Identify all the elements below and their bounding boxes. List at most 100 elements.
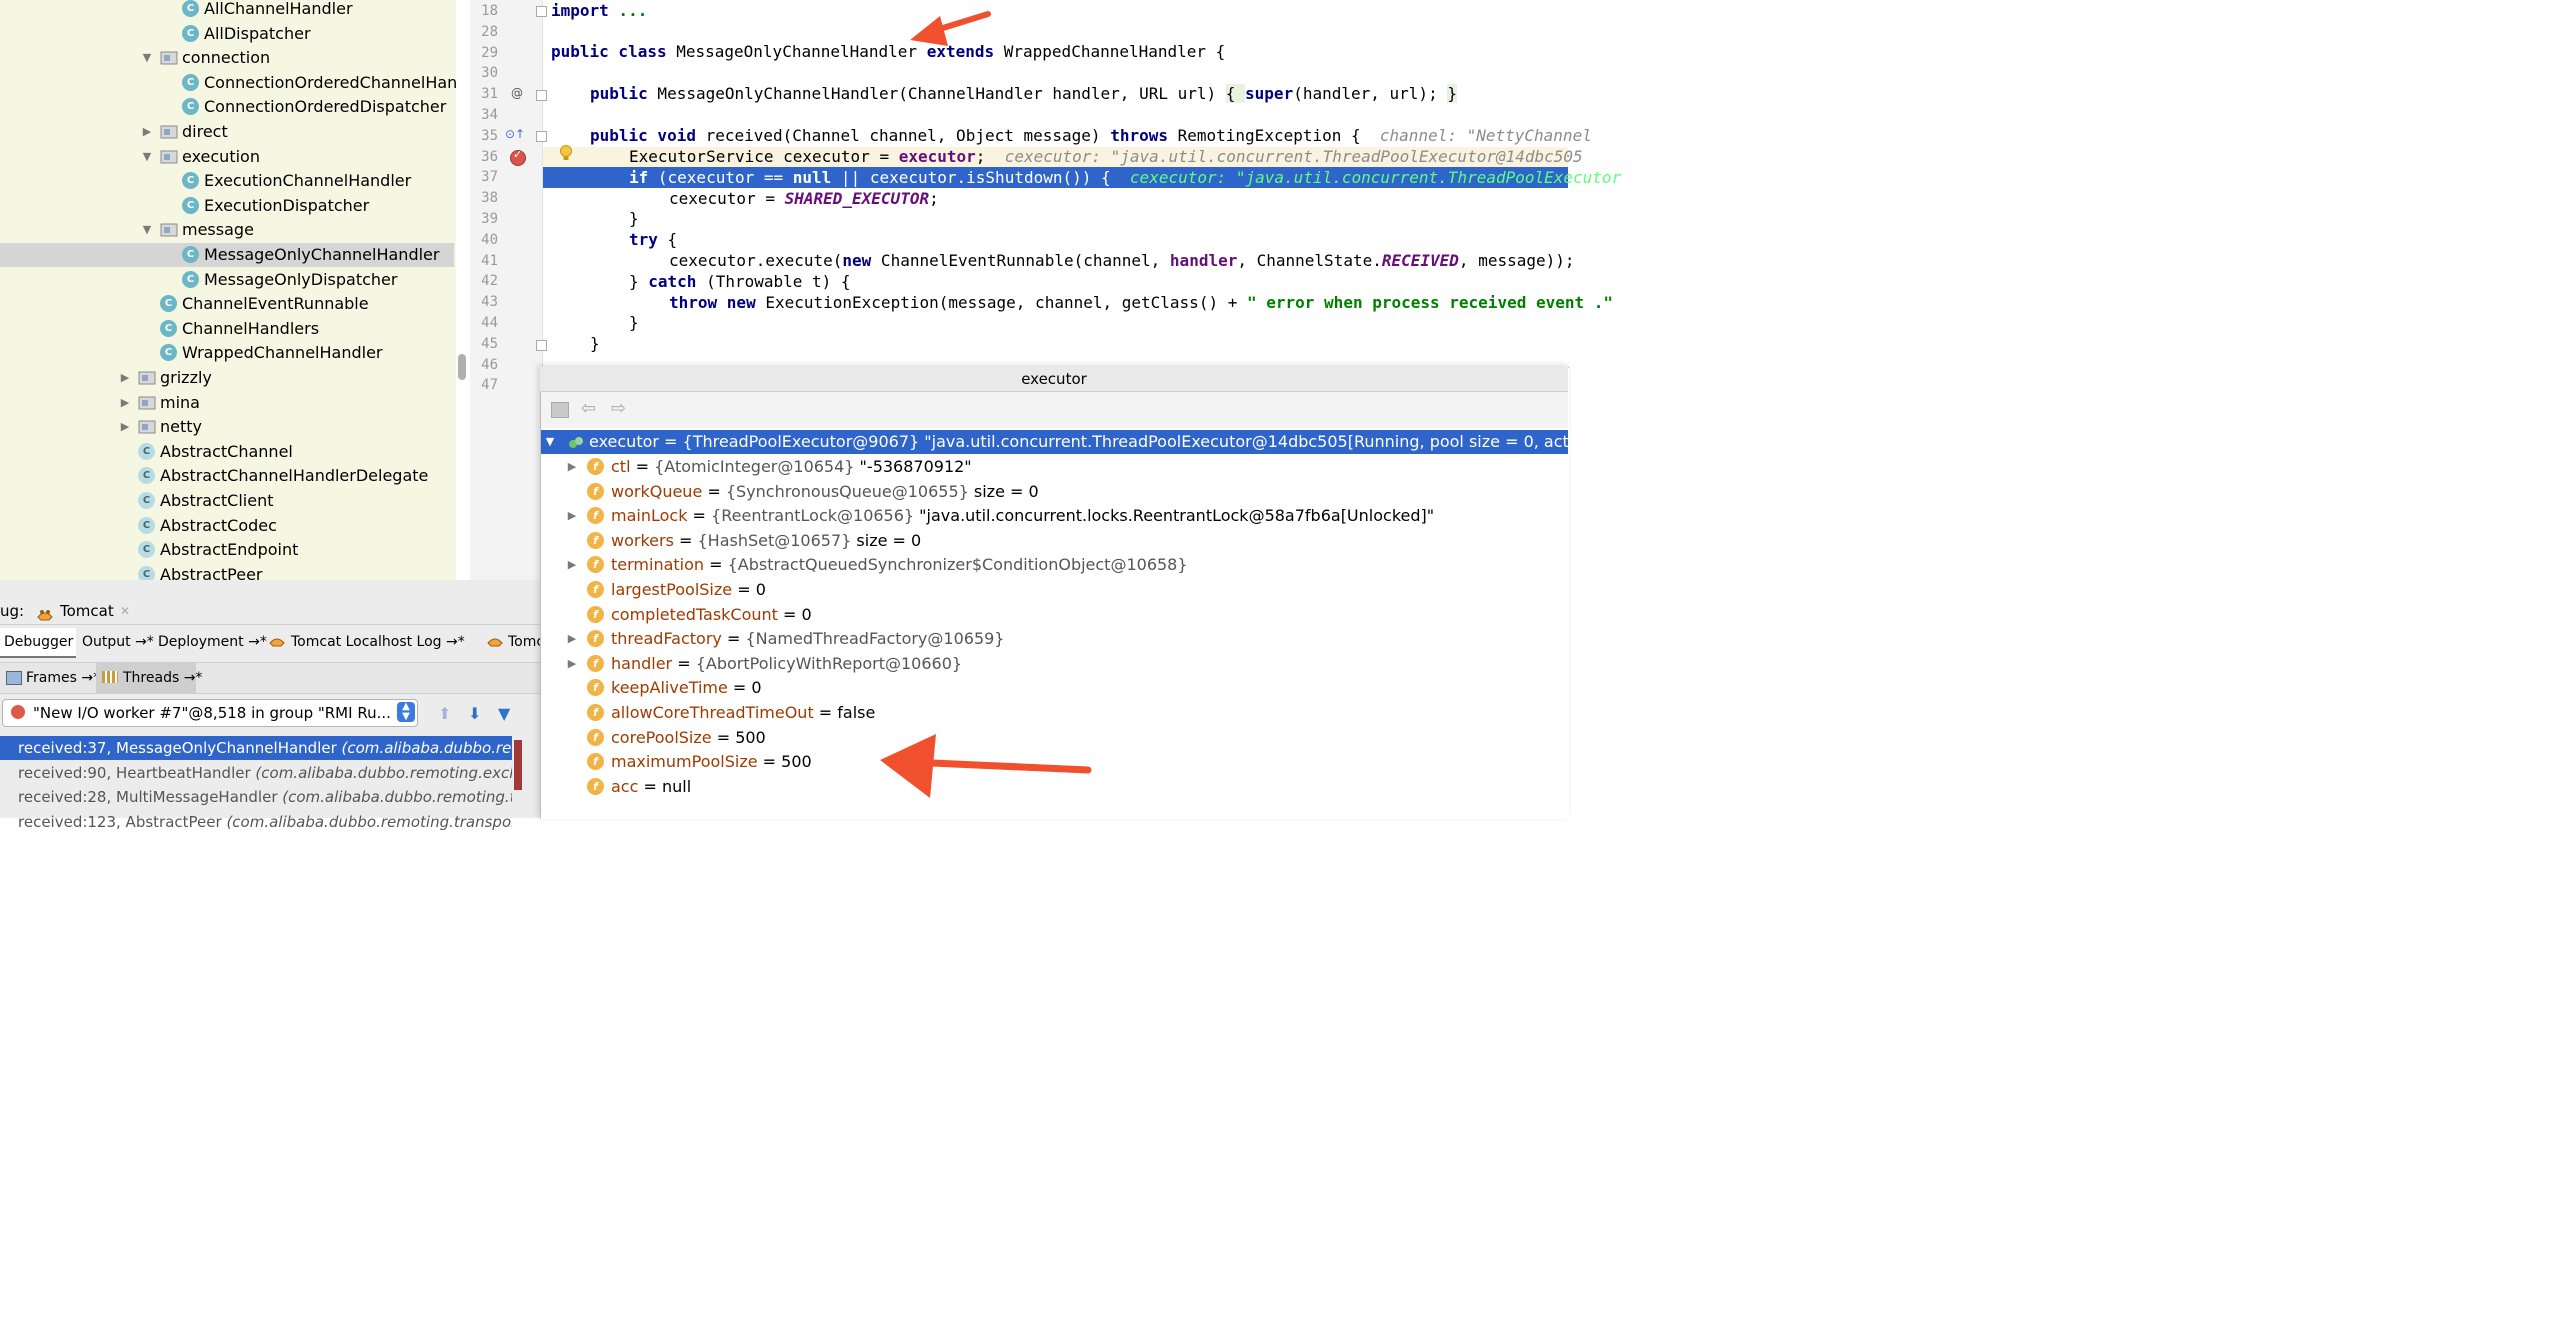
- intention-bulb-icon[interactable]: [559, 145, 573, 161]
- field-row[interactable]: f workers = {HashSet@10657} size = 0: [541, 529, 1568, 553]
- override-marker-icon[interactable]: @: [511, 86, 523, 100]
- tree-item[interactable]: C ExecutionDispatcher: [0, 194, 454, 218]
- code-line-45[interactable]: }: [590, 334, 600, 354]
- filter-icon[interactable]: ▼: [498, 704, 510, 723]
- field-row[interactable]: ▶ f mainLock = {ReentrantLock@10656} "java…: [541, 504, 1568, 528]
- frames-tab[interactable]: Frames →*: [26, 663, 100, 693]
- arrow-up-icon[interactable]: ⬆: [438, 704, 451, 723]
- tree-item[interactable]: C AbstractClient: [0, 489, 454, 513]
- collapsed-arrow-icon[interactable]: ▶: [118, 366, 132, 390]
- code-line-39[interactable]: }: [629, 209, 639, 229]
- field-row[interactable]: f completedTaskCount = 0: [541, 603, 1568, 627]
- tree-item[interactable]: ▼ execution: [0, 145, 454, 169]
- tree-item[interactable]: C MessageOnlyDispatcher: [0, 268, 454, 292]
- fold-marker[interactable]: [536, 6, 547, 17]
- expand-arrow-icon[interactable]: ▶: [565, 455, 579, 479]
- code-line-37[interactable]: if (cexecutor == null || cexecutor.isShu…: [629, 168, 1621, 188]
- tree-item[interactable]: C AllDispatcher: [0, 22, 454, 46]
- field-row[interactable]: f keepAliveTime = 0: [541, 676, 1568, 700]
- forward-icon[interactable]: ⇨: [611, 398, 626, 419]
- expanded-arrow-icon[interactable]: ▼: [140, 145, 154, 169]
- field-row[interactable]: ▶ f ctl = {AtomicInteger@10654} "-53687091…: [541, 455, 1568, 479]
- tree-item[interactable]: C AbstractChannelHandlerDelegate: [0, 464, 454, 488]
- implements-marker-icon[interactable]: ⊙↑: [505, 127, 525, 141]
- tree-item[interactable]: C AbstractEndpoint: [0, 538, 454, 562]
- tree-scrollbar[interactable]: [458, 354, 466, 380]
- expand-arrow-icon[interactable]: ▶: [565, 504, 579, 528]
- tab-output[interactable]: Output →*: [82, 628, 154, 656]
- tree-item[interactable]: C ChannelHandlers: [0, 317, 454, 341]
- tree-item[interactable]: C ExecutionChannelHandler: [0, 169, 454, 193]
- field-row[interactable]: f maximumPoolSize = 500: [541, 750, 1568, 774]
- code-line-29[interactable]: public class MessageOnlyChannelHandler e…: [551, 42, 1225, 62]
- threads-tab[interactable]: Threads →*: [123, 663, 202, 693]
- field-row[interactable]: f largestPoolSize = 0: [541, 578, 1568, 602]
- tree-item[interactable]: ▶ grizzly: [0, 366, 454, 390]
- field-row[interactable]: ▶ f termination = {AbstractQueuedSynchroni…: [541, 553, 1568, 577]
- close-icon[interactable]: ✕: [120, 598, 130, 624]
- field-row[interactable]: ▶ f threadFactory = {NamedThreadFactory@10…: [541, 627, 1568, 651]
- tab-debugger[interactable]: Debugger: [0, 628, 76, 658]
- expanded-arrow-icon[interactable]: ▼: [140, 46, 154, 70]
- tree-item[interactable]: ▼ connection: [0, 46, 454, 70]
- class-icon: C: [160, 344, 177, 362]
- stack-frame[interactable]: received:90, HeartbeatHandler (com.aliba…: [0, 761, 512, 785]
- tree-item[interactable]: C WrappedChannelHandler: [0, 341, 454, 365]
- tree-item[interactable]: C AbstractCodec: [0, 514, 454, 538]
- thread-selector[interactable]: "New I/O worker #7"@8,518 in group "RMI …: [2, 699, 418, 727]
- code-line-41[interactable]: cexecutor.execute(new ChannelEventRunnab…: [669, 251, 1575, 271]
- code-line-35[interactable]: public void received(Channel channel, Ob…: [590, 126, 1592, 146]
- code-line-40[interactable]: try {: [629, 230, 677, 250]
- arrow-down-icon[interactable]: ⬇: [468, 704, 481, 723]
- collapsed-arrow-icon[interactable]: ▶: [118, 415, 132, 439]
- tree-item[interactable]: ▼ message: [0, 218, 454, 242]
- tree-item[interactable]: C MessageOnlyChannelHandler: [0, 243, 454, 267]
- debug-session-tab[interactable]: Tomcat: [60, 598, 114, 624]
- tree-item[interactable]: C ChannelEventRunnable: [0, 292, 454, 316]
- tree-item[interactable]: C AbstractChannel: [0, 440, 454, 464]
- fold-marker[interactable]: [536, 340, 547, 351]
- tree-item[interactable]: ▶ direct: [0, 120, 454, 144]
- tree-item[interactable]: ▶ mina: [0, 391, 454, 415]
- code-line-42[interactable]: } catch (Throwable t) {: [629, 272, 851, 292]
- variable-row-executor[interactable]: ▼ executor = {ThreadPoolExecutor@9067} "…: [541, 430, 1568, 454]
- code-line-44[interactable]: }: [629, 313, 639, 333]
- inspect-icon[interactable]: [551, 402, 569, 418]
- field-row[interactable]: f allowCoreThreadTimeOut = false: [541, 701, 1568, 725]
- stack-frame[interactable]: received:28, MultiMessageHandler (com.al…: [0, 785, 512, 809]
- tree-item[interactable]: C AbstractPeer: [0, 563, 454, 580]
- tree-item[interactable]: C AllChannelHandler: [0, 0, 454, 21]
- tree-item[interactable]: C ConnectionOrderedDispatcher: [0, 95, 454, 119]
- collapsed-arrow-icon[interactable]: ▶: [118, 391, 132, 415]
- tree-item[interactable]: C ConnectionOrderedChannelHandler: [0, 71, 456, 95]
- field-row[interactable]: ▶ f handler = {AbortPolicyWithReport@10660…: [541, 652, 1568, 676]
- expand-arrow-icon[interactable]: ▶: [565, 627, 579, 651]
- field-row[interactable]: f acc = null: [541, 775, 1568, 799]
- expanded-arrow-icon[interactable]: ▼: [140, 218, 154, 242]
- code-line-36[interactable]: ExecutorService cexecutor = executor; ce…: [629, 147, 1583, 167]
- expand-arrow-icon[interactable]: ▼: [543, 430, 557, 454]
- breakpoint-icon[interactable]: ✓: [510, 148, 526, 166]
- expand-arrow-icon[interactable]: ▶: [565, 553, 579, 577]
- stack-frame[interactable]: received:37, MessageOnlyChannelHandler (…: [0, 736, 512, 760]
- tab-tomcat-localhost-log[interactable]: Tomcat Localhost Log →*: [291, 628, 465, 656]
- chevron-updown-icon[interactable]: ▲ ▼: [397, 702, 415, 722]
- code-line-43[interactable]: throw new ExecutionException(message, ch…: [669, 293, 1613, 313]
- collapsed-arrow-icon[interactable]: ▶: [140, 120, 154, 144]
- abstract-class-icon: C: [138, 516, 155, 534]
- abstract-class-icon: C: [138, 442, 155, 460]
- tab-deployment[interactable]: Deployment →*: [158, 628, 267, 656]
- expand-arrow-icon[interactable]: ▶: [565, 652, 579, 676]
- field-row[interactable]: f corePoolSize = 500: [541, 726, 1568, 750]
- code-line-38[interactable]: cexecutor = SHARED_EXECUTOR;: [669, 189, 939, 209]
- fold-marker[interactable]: [536, 90, 547, 101]
- code-line-18[interactable]: import ...: [551, 1, 647, 21]
- stack-frame[interactable]: received:123, AbstractPeer (com.alibaba.…: [0, 810, 512, 834]
- tab-tomcat-catalina-log[interactable]: Tomc: [508, 628, 544, 656]
- code-line-31[interactable]: public MessageOnlyChannelHandler(Channel…: [590, 84, 1457, 104]
- tree-item[interactable]: ▶ netty: [0, 415, 454, 439]
- back-icon[interactable]: ⇦: [581, 398, 596, 419]
- field-row[interactable]: f workQueue = {SynchronousQueue@10655} si…: [541, 480, 1568, 504]
- fold-marker[interactable]: [536, 131, 547, 142]
- frames-scrollbar[interactable]: [514, 740, 522, 790]
